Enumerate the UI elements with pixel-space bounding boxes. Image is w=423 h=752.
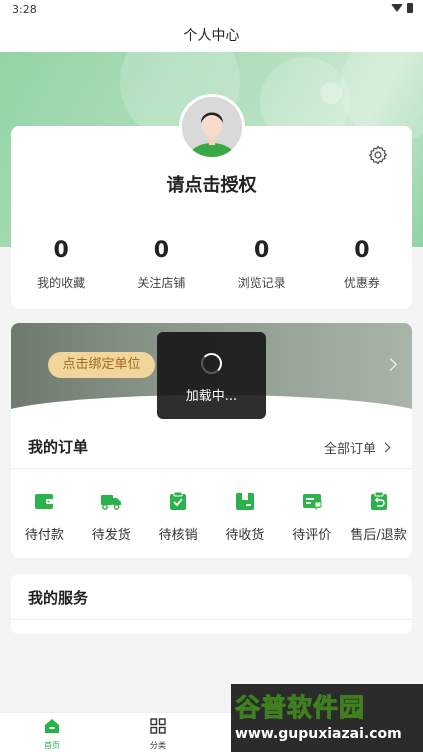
- stat-value: 0: [53, 238, 69, 263]
- divider: [11, 619, 412, 620]
- settings-gear-icon[interactable]: [367, 144, 389, 166]
- clipboard-check-icon: [170, 491, 187, 510]
- stat-coupons[interactable]: 0 优惠券: [312, 238, 412, 291]
- category-grid-icon: [150, 718, 166, 734]
- stat-value: 0: [153, 238, 170, 263]
- stat-browse-history[interactable]: 0 浏览记录: [212, 238, 312, 291]
- home-icon: [45, 719, 59, 733]
- stat-label: 浏览记录: [237, 276, 286, 290]
- order-after-sale[interactable]: 售后/退款: [345, 490, 412, 543]
- bind-unit-button[interactable]: 点击绑定单位: [48, 352, 155, 378]
- stat-label: 优惠券: [343, 276, 380, 290]
- loading-text: 加载中...: [185, 389, 238, 404]
- status-bar: 3:28: [0, 0, 423, 20]
- battery-icon: [407, 3, 413, 13]
- watermark-title: 谷普软件园: [234, 693, 366, 723]
- avatar-person-icon: [182, 97, 242, 157]
- authorize-prompt[interactable]: 请点击授权: [0, 171, 423, 197]
- order-pending-receipt[interactable]: 待收货: [211, 490, 278, 543]
- status-time: 3:28: [12, 3, 37, 16]
- divider: [11, 468, 412, 469]
- order-label: 待评价: [292, 528, 332, 543]
- watermark-url: www.gupuxiazai.com: [235, 726, 402, 742]
- page-title: 个人中心: [0, 20, 423, 52]
- services-title: 我的服务: [28, 589, 89, 607]
- profile-stats: 0 我的收藏 0 关注店铺 0 浏览记录 0 优惠券: [11, 238, 412, 291]
- refund-icon: [370, 491, 387, 510]
- tab-home[interactable]: 首页: [27, 718, 77, 751]
- wallet-icon: [35, 494, 54, 509]
- stat-label: 我的收藏: [37, 276, 86, 290]
- order-label: 待发货: [91, 528, 131, 543]
- stat-favorites[interactable]: 0 我的收藏: [11, 238, 111, 291]
- wifi-icon: [391, 4, 403, 12]
- order-label: 待付款: [24, 528, 64, 543]
- tab-category[interactable]: 分类: [133, 718, 183, 751]
- order-status-list: 待付款 待发货 待核销 待收货 待评价 售后/退款: [11, 490, 412, 543]
- tab-label: 首页: [44, 741, 60, 750]
- chevron-right-icon: [380, 442, 391, 453]
- banner-bubble: [320, 82, 342, 104]
- status-icons: [391, 3, 413, 13]
- stat-value: 0: [354, 238, 370, 263]
- orders-title: 我的订单: [28, 438, 89, 456]
- order-pending-payment[interactable]: 待付款: [11, 490, 78, 543]
- order-label: 售后/退款: [350, 528, 407, 543]
- all-orders-link[interactable]: 全部订单: [324, 438, 391, 457]
- order-label: 待收货: [225, 528, 265, 543]
- stat-value: 0: [253, 238, 270, 263]
- package-icon: [235, 493, 254, 510]
- loading-spinner-icon: [201, 353, 222, 374]
- review-icon: [302, 494, 322, 511]
- avatar[interactable]: [179, 94, 245, 160]
- stat-label: 关注店铺: [137, 276, 186, 290]
- truck-icon: [101, 495, 122, 510]
- loading-toast: 加载中...: [157, 332, 266, 419]
- order-label: 待核销: [158, 528, 198, 543]
- tab-label: 分类: [150, 741, 166, 750]
- order-pending-shipment[interactable]: 待发货: [78, 490, 145, 543]
- order-pending-review[interactable]: 待评价: [278, 490, 345, 543]
- order-pending-verify[interactable]: 待核销: [145, 490, 212, 543]
- all-orders-label: 全部订单: [324, 442, 377, 457]
- stat-followed-shops[interactable]: 0 关注店铺: [111, 238, 211, 291]
- watermark-logo: 谷普软件园 www.gupuxiazai.com: [231, 684, 423, 752]
